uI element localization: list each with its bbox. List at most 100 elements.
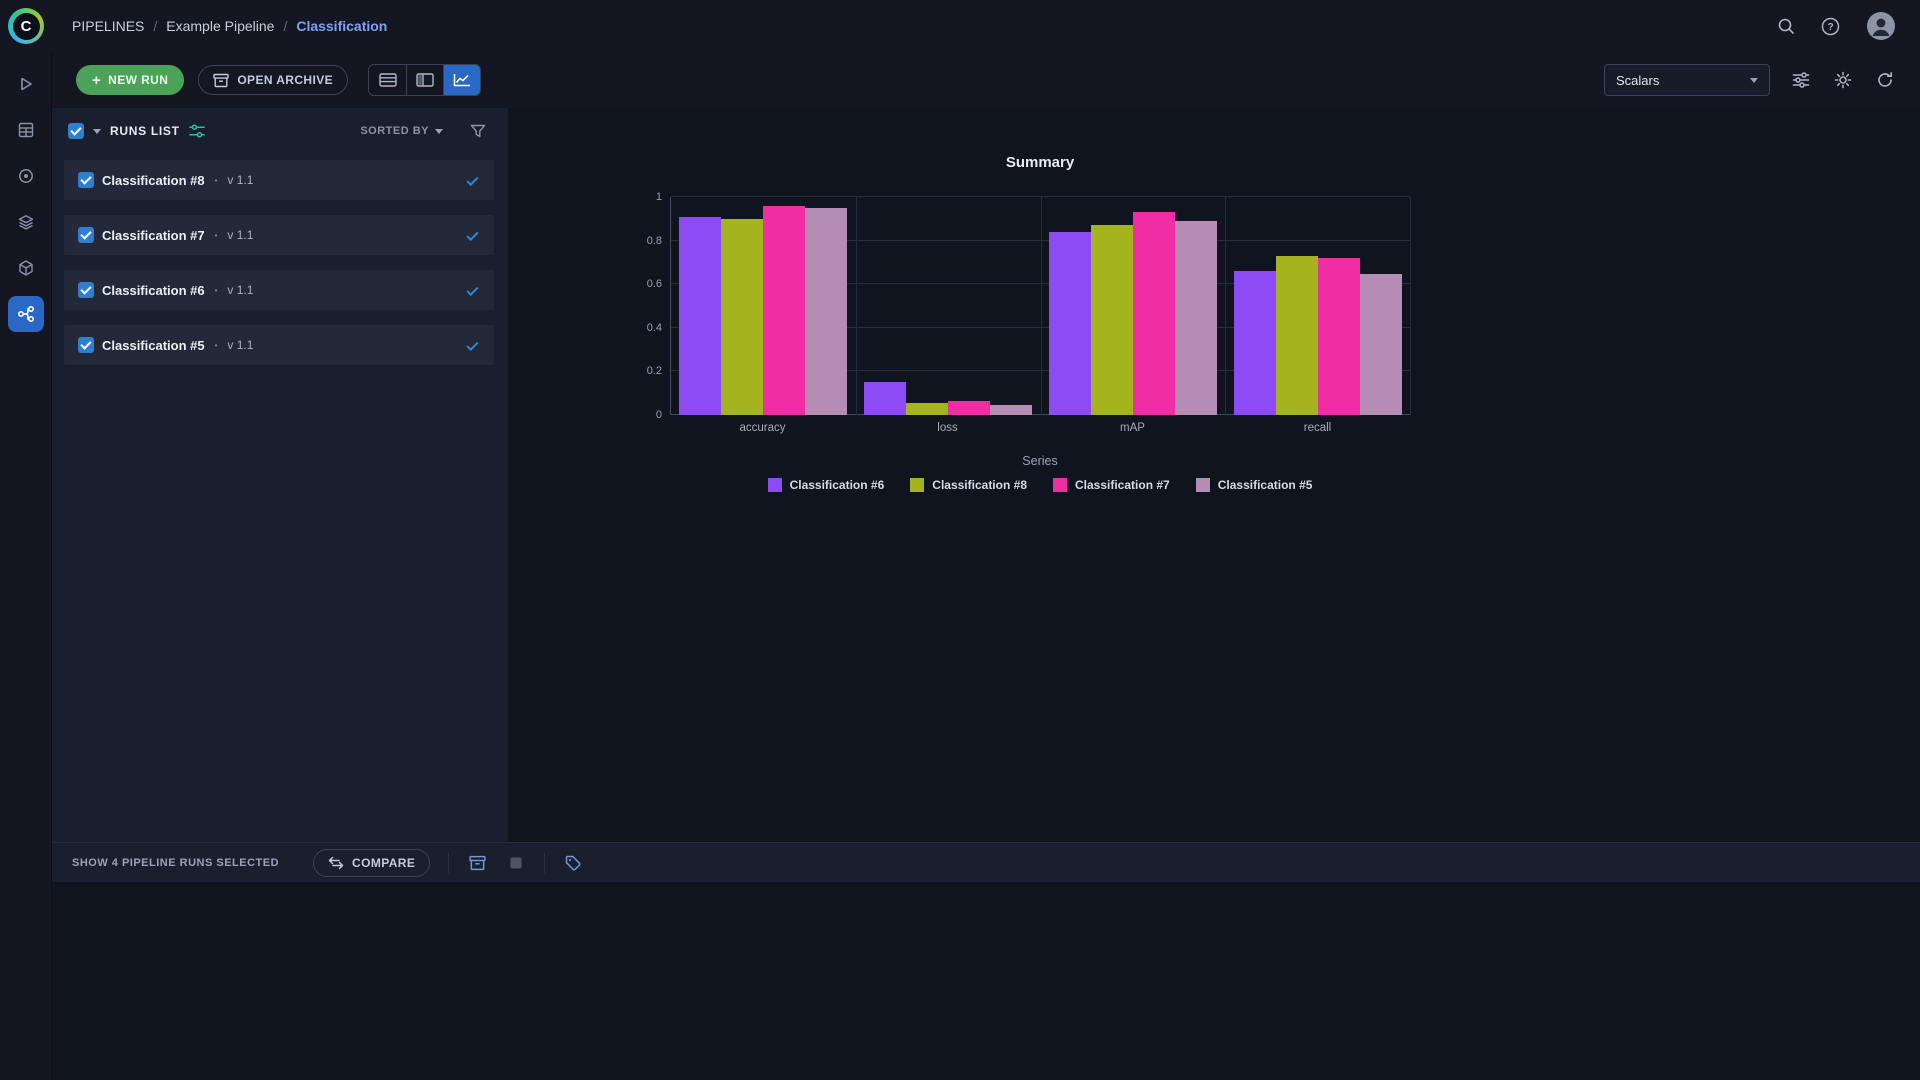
sidebar-item-reports[interactable] (8, 204, 44, 240)
abort-selected-button[interactable] (506, 853, 526, 873)
runs-settings-icon[interactable] (188, 124, 205, 138)
legend-item[interactable]: Classification #5 (1195, 478, 1313, 492)
filter-button[interactable] (470, 124, 486, 139)
app-logo[interactable]: C (0, 8, 52, 44)
bar-group (671, 197, 856, 415)
stop-icon (510, 857, 522, 868)
gear-icon (1834, 71, 1852, 89)
selected-check-icon (466, 283, 480, 297)
selected-check-icon (466, 338, 480, 352)
run-row[interactable]: Classification #8 • v 1.1 (64, 160, 494, 200)
x-tick-label: loss (937, 422, 958, 434)
legend-item[interactable]: Classification #6 (767, 478, 884, 492)
x-tick-label: recall (1303, 422, 1332, 434)
profile-button[interactable] (1864, 9, 1898, 43)
run-checkbox[interactable] (78, 227, 94, 243)
bar[interactable] (1048, 231, 1091, 415)
toolbar-right: Scalars (1604, 64, 1896, 96)
bar[interactable] (763, 205, 806, 415)
compare-label: COMPARE (352, 855, 416, 870)
sorted-by-label: SORTED BY (360, 125, 429, 137)
bar[interactable] (1359, 274, 1402, 415)
bar[interactable] (864, 382, 907, 415)
toolbar: + NEW RUN OPEN ARCHIVE Scalars (52, 52, 1920, 108)
chart-panel: Summary 0 0.2 0.4 0.6 0.8 1 accuracy loss mAP re… (508, 108, 1920, 842)
selection-summary[interactable]: SHOW 4 PIPELINE RUNS SELECTED (72, 857, 279, 869)
clearml-logo-icon[interactable]: C (8, 8, 44, 44)
table-view-button[interactable] (369, 65, 406, 95)
breadcrumb-current-page[interactable]: Classification (296, 18, 387, 34)
bar[interactable] (721, 218, 764, 415)
plus-icon: + (92, 71, 102, 89)
x-axis-labels: accuracy loss mAP recall (670, 422, 1410, 434)
tag-icon (566, 855, 581, 871)
refresh-icon (1878, 72, 1892, 87)
bar[interactable] (805, 207, 848, 415)
archive-selected-button[interactable] (467, 853, 488, 873)
bar[interactable] (679, 216, 722, 415)
open-archive-label: OPEN ARCHIVE (237, 73, 334, 87)
search-button[interactable] (1775, 15, 1797, 37)
compare-icon (328, 856, 344, 869)
legend-item[interactable]: Classification #8 (910, 478, 1027, 492)
view-toggle-group (368, 64, 482, 96)
legend-swatch (910, 478, 925, 492)
bar[interactable] (948, 400, 991, 415)
chevron-down-icon (435, 128, 443, 134)
run-checkbox[interactable] (78, 337, 94, 353)
sorted-by-control[interactable]: SORTED BY (360, 125, 443, 137)
bar[interactable] (1174, 220, 1217, 415)
help-button[interactable]: ? (1819, 15, 1842, 38)
run-checkbox[interactable] (78, 282, 94, 298)
runs-panel: RUNS LIST SORTED BY Classification #8 • v … (52, 108, 508, 842)
plot-area: 0 0.2 0.4 0.6 0.8 1 (647, 191, 1411, 421)
chart-view-icon (453, 74, 471, 87)
bar[interactable] (1233, 271, 1276, 415)
breadcrumb-project[interactable]: Example Pipeline (166, 18, 274, 34)
sidebar-item-pipelines[interactable] (7, 296, 44, 332)
new-run-button[interactable]: + NEW RUN (76, 65, 185, 95)
tune-button[interactable] (1790, 70, 1812, 90)
legend-label: Classification #5 (1217, 478, 1313, 492)
open-archive-button[interactable]: OPEN ARCHIVE (198, 65, 349, 95)
run-checkbox[interactable] (78, 172, 94, 188)
avatar-icon (1867, 12, 1895, 40)
run-row[interactable]: Classification #5 • v 1.1 (64, 325, 494, 365)
legend-swatch (767, 478, 782, 492)
sidebar-item-projects[interactable] (8, 66, 44, 102)
chevron-down-icon[interactable] (93, 128, 101, 134)
sidebar-item-applications[interactable] (8, 250, 44, 286)
breadcrumb-pipelines[interactable]: PIPELINES (72, 18, 144, 34)
run-name: Classification #8 (102, 172, 205, 188)
select-all-checkbox[interactable] (68, 123, 84, 139)
models-icon (18, 169, 33, 183)
metric-selector-dropdown[interactable]: Scalars (1604, 64, 1770, 96)
bar[interactable] (906, 403, 949, 415)
add-tag-button[interactable] (563, 853, 584, 873)
y-tick-label: 0.6 (646, 278, 662, 291)
legend-swatch (1053, 478, 1067, 492)
bar[interactable] (1090, 225, 1133, 415)
bar[interactable] (1132, 212, 1175, 415)
breadcrumb-separator: / (283, 18, 288, 34)
refresh-button[interactable] (1874, 69, 1896, 91)
help-icon: ? (1821, 17, 1840, 35)
sidebar-item-datasets[interactable] (8, 112, 44, 148)
archive-icon (213, 73, 230, 87)
split-view-button[interactable] (406, 65, 443, 95)
legend-item[interactable]: Classification #7 (1053, 478, 1170, 492)
compare-button[interactable]: COMPARE (313, 848, 431, 877)
bar[interactable] (1275, 255, 1318, 415)
bar-group (1041, 197, 1226, 415)
bar[interactable] (1317, 258, 1360, 415)
chevron-down-icon (1750, 77, 1758, 83)
run-row[interactable]: Classification #7 • v 1.1 (64, 215, 494, 255)
logo-letter: C (12, 12, 40, 40)
bar[interactable] (990, 405, 1033, 415)
runs-list-title: RUNS LIST (110, 124, 180, 138)
settings-button[interactable] (1832, 69, 1854, 91)
sidebar-item-models[interactable] (8, 158, 44, 194)
bullet-separator: • (214, 175, 218, 185)
chart-view-button[interactable] (443, 65, 481, 95)
run-row[interactable]: Classification #6 • v 1.1 (64, 270, 494, 310)
